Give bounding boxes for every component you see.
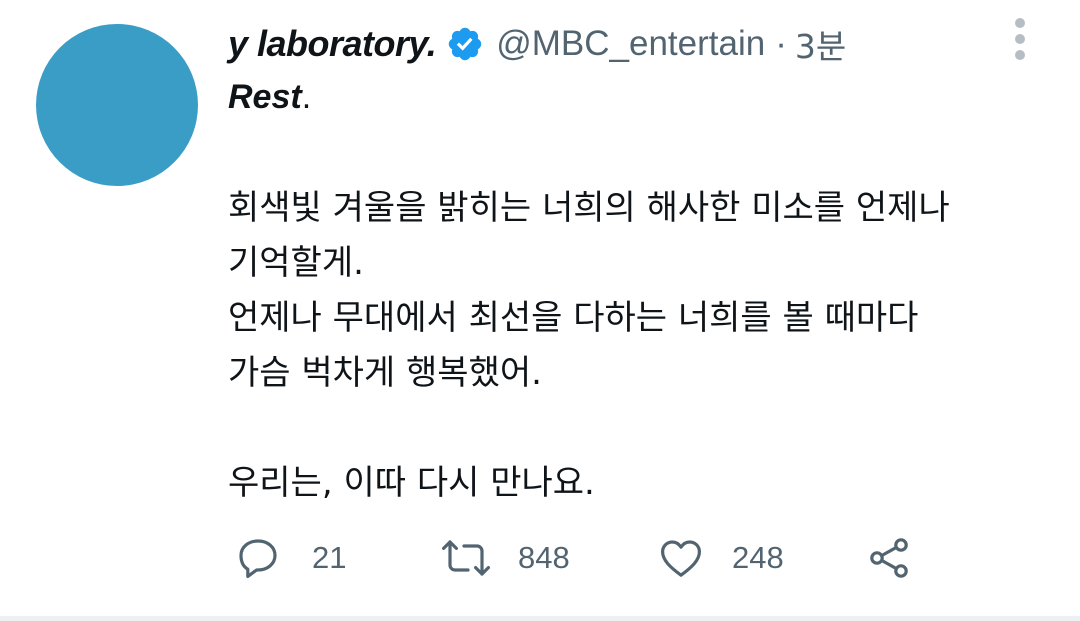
tweet-line: 우리는, 이따 다시 만나요. — [228, 463, 595, 503]
tweet-header: y laboratory. @MBC_entertain · 3분 — [228, 20, 846, 68]
heart-icon — [661, 540, 701, 577]
display-name[interactable]: y laboratory. — [228, 23, 437, 65]
divider — [0, 616, 1080, 621]
retweet-count: 848 — [518, 540, 570, 575]
tweet-line: 언제나 무대에서 최선을 다하는 너희를 볼 때마다 — [228, 298, 919, 338]
retweet-icon — [442, 540, 490, 576]
reply-button[interactable]: 21 — [234, 530, 346, 586]
avatar[interactable] — [36, 24, 198, 186]
retweet-button[interactable]: 848 — [440, 530, 570, 586]
verified-badge-icon — [446, 25, 484, 63]
more-vertical-icon[interactable] — [1008, 16, 1032, 62]
tweet-line: 가슴 벅차게 행복했어. — [228, 353, 542, 393]
tweet-text: Rest. 회색빛 겨울을 밝히는 너희의 해사한 미소를 언제나 기억할게. … — [228, 70, 1058, 511]
like-button[interactable]: 248 — [656, 530, 784, 586]
tweet-title-suffix: . — [301, 78, 312, 116]
tweet-line: 기억할게. — [228, 243, 364, 283]
share-icon — [870, 538, 908, 578]
reply-count: 21 — [312, 540, 347, 575]
tweet-line: 회색빛 겨울을 밝히는 너희의 해사한 미소를 언제나 — [228, 188, 950, 228]
tweet-actions: 21 848 248 — [228, 530, 1008, 586]
tweet-title-line: Rest. — [228, 70, 1058, 126]
separator-dot: · — [775, 24, 787, 63]
share-button[interactable] — [866, 530, 914, 586]
tweet-title: Rest — [228, 78, 302, 116]
author-handle[interactable]: @MBC_entertain — [496, 24, 765, 64]
like-count: 248 — [732, 540, 784, 575]
timestamp[interactable]: 3분 — [795, 20, 846, 68]
tweet-card[interactable]: y laboratory. @MBC_entertain · 3분 Rest. … — [0, 0, 1080, 621]
reply-bubble-icon — [239, 539, 277, 578]
